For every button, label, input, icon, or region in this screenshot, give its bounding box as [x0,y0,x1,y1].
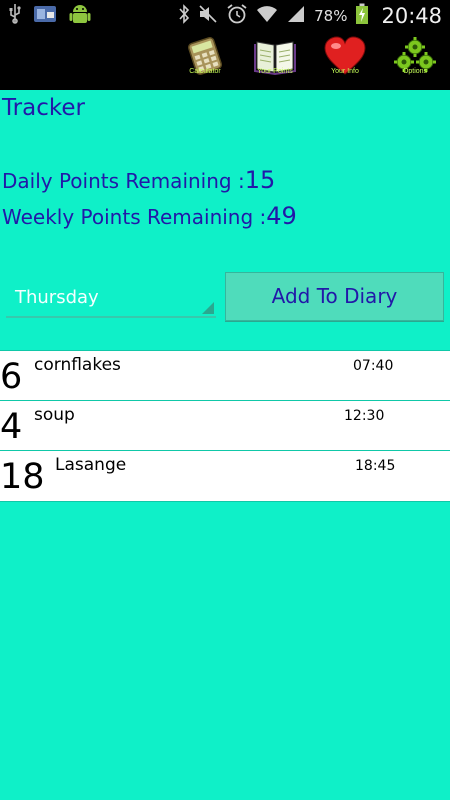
action-bar: Calculator Your Points Your Info Options [0,32,450,90]
your-info-label: Your Info [331,68,359,75]
entry-points: 6 [0,357,23,397]
page-title: Tracker [2,95,85,121]
usb-icon [8,3,22,29]
weekly-points-label: Weekly Points Remaining : [2,205,267,229]
options-label: Options [402,68,428,75]
entry-time: 07:40 [353,358,394,374]
daily-points: Daily Points Remaining :15 [2,166,275,194]
day-spinner-value: Thursday [15,287,99,308]
entry-food: Lasange [55,455,127,475]
signal-icon [286,4,306,28]
android-icon [68,2,92,30]
weekly-points: Weekly Points Remaining :49 [2,202,297,230]
daily-points-value: 15 [244,166,276,194]
mute-icon [198,4,218,28]
list-item[interactable]: 6 cornflakes 07:40 [0,350,450,400]
your-points-label: Your Points [257,68,293,75]
add-to-diary-button[interactable]: Add To Diary [225,272,444,321]
battery-percent: 78% [314,7,348,25]
daily-points-label: Daily Points Remaining : [2,169,245,193]
day-spinner[interactable]: Thursday [6,280,216,318]
entry-time: 12:30 [344,408,385,424]
calculator-button[interactable]: Calculator [175,36,235,88]
status-bar: 78% 20:48 [0,0,450,32]
diary-list: 6 cornflakes 07:40 4 soup 12:30 18 Lasan… [0,350,450,502]
entry-food: cornflakes [34,355,121,375]
bluetooth-icon [178,4,190,28]
your-points-button[interactable]: Your Points [245,36,305,88]
list-item[interactable]: 4 soup 12:30 [0,400,450,450]
options-button[interactable]: Options [385,36,445,88]
battery-charging-icon [355,3,369,29]
sd-card-icon [32,3,58,29]
entry-points: 18 [0,457,45,497]
entry-food: soup [34,405,75,425]
your-info-button[interactable]: Your Info [315,36,375,88]
weekly-points-value: 49 [266,202,297,230]
wifi-icon [256,4,278,28]
entry-points: 4 [0,407,23,447]
calculator-label: Calculator [189,68,221,75]
alarm-icon [226,3,248,29]
dropdown-triangle-icon [202,302,214,314]
clock: 20:48 [381,4,442,28]
entry-time: 18:45 [355,458,396,474]
list-item[interactable]: 18 Lasange 18:45 [0,450,450,502]
